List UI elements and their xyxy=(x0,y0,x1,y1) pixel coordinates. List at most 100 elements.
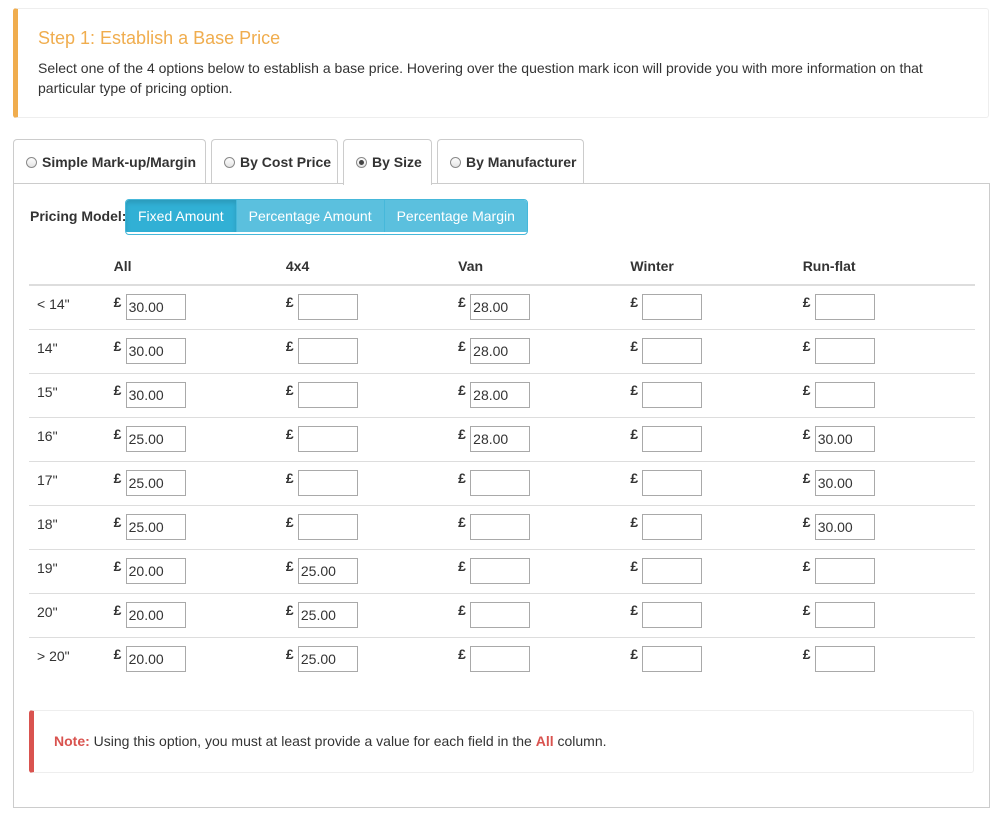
price-input-4x4[interactable] xyxy=(297,337,358,364)
price-cell-van: £28.00 xyxy=(458,372,631,417)
price-input-winter[interactable] xyxy=(642,425,703,452)
price-cell-4x4: £ xyxy=(285,372,459,417)
price-cell-van: £28.00 xyxy=(458,284,631,329)
price-input-all[interactable]: 20.00 xyxy=(125,601,186,628)
price-input-van[interactable]: 28.00 xyxy=(470,425,531,452)
price-input-all[interactable]: 20.00 xyxy=(125,557,186,584)
tab-label: By Manufacturer xyxy=(466,154,577,170)
price-input-run-flat[interactable] xyxy=(814,381,875,408)
price-input-run-flat[interactable]: 30.00 xyxy=(814,469,875,496)
price-cell-run-flat: £ xyxy=(802,592,975,637)
price-input-run-flat[interactable]: 30.00 xyxy=(814,513,875,540)
price-input-winter[interactable] xyxy=(642,469,703,496)
price-input-4x4[interactable] xyxy=(297,513,358,540)
tab-by-cost-price[interactable]: By Cost Price xyxy=(211,139,338,184)
currency-symbol: £ xyxy=(285,425,294,442)
tab-simple-markup[interactable]: Simple Mark-up/Margin xyxy=(13,139,206,184)
by-size-panel: Pricing Model: Fixed Amount Percentage A… xyxy=(13,183,990,808)
price-input-run-flat[interactable] xyxy=(814,557,875,584)
price-input-van[interactable]: 28.00 xyxy=(470,381,531,408)
price-cell-4x4: £25.00 xyxy=(285,548,459,593)
price-cell-winter: £ xyxy=(630,284,803,329)
price-input-run-flat[interactable]: 30.00 xyxy=(814,425,875,452)
tab-label: Simple Mark-up/Margin xyxy=(42,154,197,170)
price-input-run-flat[interactable] xyxy=(814,337,875,364)
price-input-4x4[interactable]: 25.00 xyxy=(297,601,358,628)
price-input-all[interactable]: 25.00 xyxy=(125,469,186,496)
price-input-winter[interactable] xyxy=(642,337,703,364)
price-input-van[interactable]: 28.00 xyxy=(470,294,531,320)
tab-by-size[interactable]: By Size xyxy=(343,139,432,185)
price-input-van[interactable] xyxy=(470,469,531,496)
currency-symbol: £ xyxy=(285,337,294,354)
size-label: 14" xyxy=(29,328,114,373)
price-input-winter[interactable] xyxy=(642,645,703,672)
currency-symbol: £ xyxy=(113,294,122,310)
percentage-margin-button[interactable]: Percentage Margin xyxy=(384,200,527,232)
price-input-all[interactable]: 25.00 xyxy=(125,513,186,540)
price-cell-all: £20.00 xyxy=(113,636,286,681)
tab-label: By Size xyxy=(372,154,422,170)
radio-icon[interactable] xyxy=(450,157,461,168)
size-label: 17" xyxy=(29,460,114,505)
price-input-winter[interactable] xyxy=(642,557,703,584)
currency-symbol: £ xyxy=(802,381,811,398)
price-input-run-flat[interactable] xyxy=(814,601,875,628)
currency-symbol: £ xyxy=(802,601,811,618)
price-input-4x4[interactable] xyxy=(297,294,358,320)
price-input-van[interactable] xyxy=(470,513,531,540)
price-input-winter[interactable] xyxy=(642,601,703,628)
size-label: 15" xyxy=(29,372,114,417)
price-input-4x4[interactable]: 25.00 xyxy=(297,645,358,672)
price-input-all[interactable]: 25.00 xyxy=(125,425,186,452)
size-label: 16" xyxy=(29,416,114,461)
table-row: 17" £25.00 £ £ £ £30.00 xyxy=(29,460,975,505)
price-input-van[interactable]: 28.00 xyxy=(470,337,531,364)
price-cell-winter: £ xyxy=(630,416,803,461)
price-input-winter[interactable] xyxy=(642,294,703,320)
price-input-all[interactable]: 20.00 xyxy=(125,645,186,672)
currency-symbol: £ xyxy=(630,601,639,618)
price-input-winter[interactable] xyxy=(642,513,703,540)
price-input-run-flat[interactable] xyxy=(814,645,875,672)
step-callout: Step 1: Establish a Base Price Select on… xyxy=(13,8,989,118)
price-input-all[interactable]: 30.00 xyxy=(125,381,186,408)
price-input-run-flat[interactable] xyxy=(814,294,875,320)
currency-symbol: £ xyxy=(113,425,122,442)
radio-icon[interactable] xyxy=(26,157,37,168)
price-input-4x4[interactable] xyxy=(297,469,358,496)
currency-symbol: £ xyxy=(285,601,294,618)
currency-symbol: £ xyxy=(630,294,639,310)
currency-symbol: £ xyxy=(630,425,639,442)
radio-icon[interactable] xyxy=(224,157,235,168)
price-cell-4x4: £ xyxy=(285,504,459,549)
note-text: Note: Using this option, you must at lea… xyxy=(54,733,607,749)
tab-by-manufacturer[interactable]: By Manufacturer xyxy=(437,139,584,184)
radio-selected-icon[interactable] xyxy=(356,157,367,168)
price-cell-winter: £ xyxy=(630,460,803,505)
fixed-amount-button[interactable]: Fixed Amount xyxy=(126,200,237,232)
price-input-van[interactable] xyxy=(470,601,531,628)
step-title: Step 1: Establish a Base Price xyxy=(38,28,281,48)
price-input-van[interactable] xyxy=(470,645,531,672)
price-cell-run-flat: £ xyxy=(802,548,975,593)
price-input-all[interactable]: 30.00 xyxy=(125,294,186,320)
price-cell-van: £ xyxy=(458,592,631,637)
currency-symbol: £ xyxy=(630,645,639,662)
currency-symbol: £ xyxy=(458,513,466,530)
table-row: > 20" £20.00 £25.00 £ £ £ xyxy=(29,636,975,681)
price-cell-van: £ xyxy=(458,504,631,549)
price-input-4x4[interactable]: 25.00 xyxy=(297,557,358,584)
price-input-winter[interactable] xyxy=(642,381,703,408)
price-input-4x4[interactable] xyxy=(297,425,358,452)
price-input-all[interactable]: 30.00 xyxy=(125,337,186,364)
percentage-amount-button[interactable]: Percentage Amount xyxy=(236,200,385,232)
column-header-run-flat: Run-flat xyxy=(802,248,975,286)
price-cell-run-flat: £30.00 xyxy=(802,460,975,505)
price-input-4x4[interactable] xyxy=(297,381,358,408)
column-header-4x4: 4x4 xyxy=(285,248,459,286)
price-input-van[interactable] xyxy=(470,557,531,584)
price-cell-all: £30.00 xyxy=(113,284,286,329)
column-header-winter: Winter xyxy=(630,248,803,286)
table-row: 14" £30.00 £ £28.00 £ £ xyxy=(29,328,975,373)
